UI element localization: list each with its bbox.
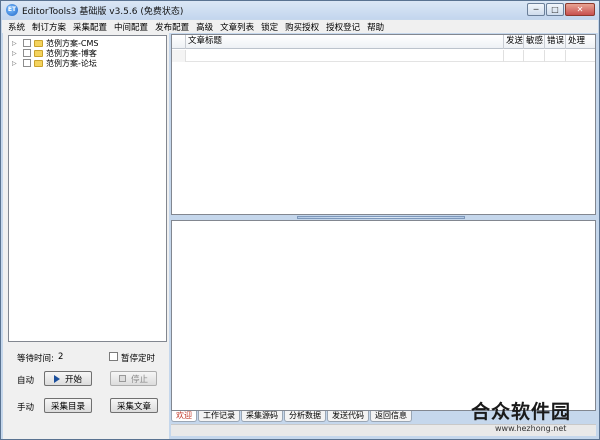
tree-checkbox[interactable]	[23, 39, 31, 47]
watermark-title: 合众软件园	[471, 401, 572, 423]
tab-return-info[interactable]: 返回信息	[370, 411, 412, 422]
watermark-url: www.hezhong.net	[495, 424, 567, 433]
tree-item[interactable]: ▷ 范例方案-博客	[9, 48, 97, 58]
stop-button-label: 停止	[130, 374, 148, 385]
start-button[interactable]: 开始	[44, 371, 92, 386]
play-icon	[53, 374, 60, 383]
tree-checkbox[interactable]	[23, 59, 31, 67]
folder-icon	[34, 59, 43, 67]
row-selector-cell[interactable]	[172, 50, 186, 62]
maximize-button[interactable]: □	[546, 3, 564, 16]
expand-arrow-icon[interactable]: ▷	[12, 60, 20, 67]
pause-timer-checkbox[interactable]	[109, 352, 118, 361]
window-title: EditorTools3 基础版 v3.5.6 (免费状态)	[22, 7, 184, 17]
column-header-process[interactable]: 处理	[566, 35, 595, 49]
menu-help[interactable]: 帮助	[367, 21, 384, 33]
wait-time-value: 2	[58, 352, 64, 362]
table-cell	[504, 50, 524, 62]
column-header-title[interactable]: 文章标题	[186, 35, 504, 49]
menu-bar: 系统 制订方案 采集配置 中间配置 发布配置 高级 文章列表 锁定 购买授权 授…	[2, 20, 598, 33]
tab-work-log[interactable]: 工作记录	[198, 411, 240, 422]
grid-header: 文章标题 发送 敏感 错误 处理	[172, 35, 595, 49]
collect-article-button[interactable]: 采集文章	[110, 398, 158, 413]
article-grid[interactable]: 文章标题 发送 敏感 错误 处理	[171, 34, 596, 215]
column-header-send[interactable]: 发送	[504, 35, 524, 49]
menu-publish-config[interactable]: 发布配置	[155, 21, 189, 33]
menu-system[interactable]: 系统	[8, 21, 25, 33]
column-header-sensitive[interactable]: 敏感	[524, 35, 545, 49]
tab-welcome[interactable]: 欢迎	[171, 411, 197, 422]
minimize-button[interactable]: ─	[527, 3, 545, 16]
auto-label: 自动	[17, 376, 35, 386]
table-cell	[545, 50, 566, 62]
menu-register-license[interactable]: 授权登记	[326, 21, 360, 33]
menu-middle-config[interactable]: 中间配置	[114, 21, 148, 33]
stop-button[interactable]: 停止	[110, 371, 157, 386]
column-header-error[interactable]: 错误	[545, 35, 566, 49]
tree-item[interactable]: ▷ 范例方案-CMS	[9, 38, 98, 48]
panel-splitter[interactable]	[297, 216, 465, 219]
menu-buy-license[interactable]: 购买授权	[285, 21, 319, 33]
pause-timer-label: 暂停定时	[121, 354, 156, 364]
table-cell	[566, 50, 595, 62]
menu-advanced[interactable]: 高级	[196, 21, 213, 33]
tab-send-code[interactable]: 发送代码	[327, 411, 369, 422]
wait-time-label: 等待时间:	[17, 354, 54, 364]
tab-source-code[interactable]: 采集源码	[241, 411, 283, 422]
app-window: ET EditorTools3 基础版 v3.5.6 (免费状态) ─ □ ✕ …	[0, 0, 600, 440]
tree-item-label: 范例方案-论坛	[46, 58, 97, 68]
window-controls: ─ □ ✕	[527, 3, 595, 16]
close-button[interactable]: ✕	[565, 3, 595, 16]
manual-label: 手动	[17, 403, 35, 413]
start-button-label: 开始	[64, 374, 82, 385]
menu-lock[interactable]: 锁定	[261, 21, 278, 33]
title-bar[interactable]: ET EditorTools3 基础版 v3.5.6 (免费状态) ─ □ ✕	[1, 1, 599, 19]
menu-plan[interactable]: 制订方案	[32, 21, 66, 33]
stop-icon	[118, 375, 126, 382]
tree-checkbox[interactable]	[23, 49, 31, 57]
collect-list-button[interactable]: 采集目录	[44, 398, 92, 413]
detail-panel[interactable]	[171, 220, 596, 411]
menu-article-list[interactable]: 文章列表	[220, 21, 254, 33]
tree-item[interactable]: ▷ 范例方案-论坛	[9, 58, 97, 68]
site-watermark: 合众软件园 www.hezhong.net	[471, 397, 596, 437]
table-cell	[186, 50, 504, 62]
grid-corner-cell	[172, 35, 186, 49]
table-row[interactable]	[172, 50, 595, 62]
plan-tree[interactable]: ▷ 范例方案-CMS ▷ 范例方案-博客 ▷ 范例方案-论坛	[8, 35, 167, 342]
tab-analysis-data[interactable]: 分析数据	[284, 411, 326, 422]
table-cell	[524, 50, 545, 62]
expand-arrow-icon[interactable]: ▷	[12, 40, 20, 47]
expand-arrow-icon[interactable]: ▷	[12, 50, 20, 57]
left-panel: ▷ 范例方案-CMS ▷ 范例方案-博客 ▷ 范例方案-论坛 等待时间: 2 暂…	[3, 33, 169, 439]
app-icon: ET	[6, 4, 18, 16]
folder-icon	[34, 49, 43, 57]
menu-collect-config[interactable]: 采集配置	[73, 21, 107, 33]
folder-icon	[34, 39, 43, 47]
